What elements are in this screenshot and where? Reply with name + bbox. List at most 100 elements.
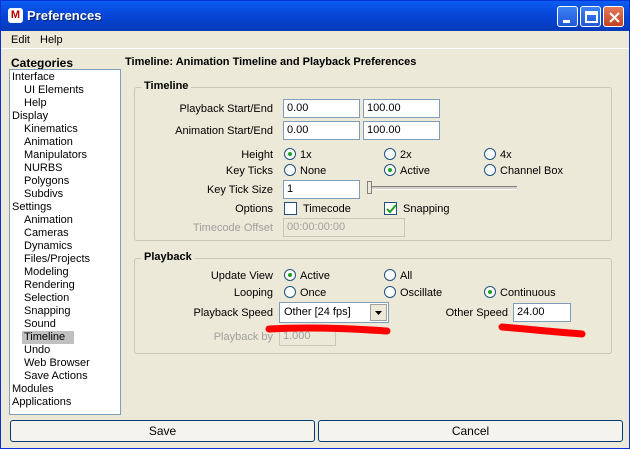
sidebar-item[interactable]: UI Elements bbox=[24, 84, 84, 97]
keyticks-channelbox-label: Channel Box bbox=[500, 165, 563, 177]
menu-edit[interactable]: Edit bbox=[11, 34, 30, 46]
looping-once-radio[interactable] bbox=[284, 286, 296, 298]
timeline-group-label: Timeline bbox=[141, 80, 192, 92]
height-2x-radio[interactable] bbox=[384, 148, 396, 160]
sidebar-item[interactable]: Animation bbox=[24, 214, 73, 227]
key-tick-size-slider-thumb[interactable] bbox=[367, 181, 372, 194]
sidebar-item[interactable]: Polygons bbox=[24, 175, 69, 188]
sidebar-item[interactable]: Files/Projects bbox=[24, 253, 90, 266]
maya-app-icon: M bbox=[8, 8, 23, 23]
height-4x-radio[interactable] bbox=[484, 148, 496, 160]
looping-oscillate-radio[interactable] bbox=[384, 286, 396, 298]
keyticks-none-label: None bbox=[300, 165, 327, 177]
updateview-active-radio[interactable] bbox=[284, 269, 296, 281]
playback-start-end-label: Playback Start/End bbox=[179, 103, 273, 115]
sidebar-item[interactable]: Timeline bbox=[22, 331, 74, 344]
timecode-offset-field: 00:00:00:00 bbox=[283, 218, 405, 237]
chevron-down-icon bbox=[375, 311, 382, 315]
looping-once-label: Once bbox=[300, 287, 327, 299]
sidebar-item[interactable]: Modeling bbox=[24, 266, 69, 279]
looping-continuous-label: Continuous bbox=[500, 287, 556, 299]
looping-continuous-radio[interactable] bbox=[484, 286, 496, 298]
menu-help[interactable]: Help bbox=[40, 34, 63, 46]
snapping-checkbox[interactable] bbox=[384, 202, 397, 215]
sidebar-item[interactable]: Interface bbox=[12, 71, 55, 84]
playback-speed-label: Playback Speed bbox=[193, 307, 274, 319]
close-button[interactable] bbox=[603, 6, 624, 27]
keyticks-active-radio[interactable] bbox=[384, 164, 396, 176]
cancel-button[interactable]: Cancel bbox=[318, 420, 623, 442]
sidebar-item[interactable]: Kinematics bbox=[24, 123, 78, 136]
sidebar-item[interactable]: Modules bbox=[12, 383, 54, 396]
update-view-label: Update View bbox=[210, 270, 273, 282]
sidebar-item[interactable]: Manipulators bbox=[24, 149, 87, 162]
sidebar-item[interactable]: Dynamics bbox=[24, 240, 72, 253]
categories-list[interactable]: Interface UI Elements Help Display Kinematic… bbox=[9, 69, 121, 415]
title-bar[interactable]: M Preferences bbox=[1, 1, 629, 31]
sidebar-item[interactable]: Sound bbox=[24, 318, 56, 331]
sidebar-item[interactable]: Selection bbox=[24, 292, 69, 305]
height-label: Height bbox=[241, 149, 273, 161]
updateview-all-radio[interactable] bbox=[384, 269, 396, 281]
sidebar-item[interactable]: Cameras bbox=[24, 227, 69, 240]
looping-oscillate-label: Oscillate bbox=[400, 287, 443, 299]
sidebar-item[interactable]: Save Actions bbox=[24, 370, 88, 383]
sidebar-item[interactable]: Applications bbox=[12, 396, 71, 409]
sidebar-item[interactable]: Snapping bbox=[24, 305, 71, 318]
key-ticks-label: Key Ticks bbox=[225, 165, 273, 177]
sidebar-item[interactable]: Undo bbox=[24, 344, 50, 357]
playback-by-label: Playback by bbox=[213, 331, 273, 343]
animation-end-field[interactable]: 100.00 bbox=[363, 121, 440, 140]
close-icon bbox=[609, 12, 620, 23]
minimize-icon bbox=[563, 20, 570, 23]
menu-bar: Edit Help bbox=[1, 31, 629, 49]
key-tick-size-field[interactable]: 1 bbox=[283, 180, 360, 199]
playback-speed-value: Other [24 fps] bbox=[284, 306, 351, 318]
sidebar-item[interactable]: NURBS bbox=[24, 162, 63, 175]
sidebar-item[interactable]: Rendering bbox=[24, 279, 75, 292]
looping-label: Looping bbox=[233, 287, 273, 299]
height-2x-label: 2x bbox=[400, 149, 412, 161]
sidebar-item[interactable]: Settings bbox=[12, 201, 52, 214]
preferences-window: M Preferences Edit Help Categories Inter… bbox=[0, 0, 630, 449]
maximize-button[interactable] bbox=[580, 6, 601, 27]
snapping-label: Snapping bbox=[403, 203, 450, 215]
other-speed-field[interactable]: 24.00 bbox=[513, 303, 571, 322]
height-1x-label: 1x bbox=[300, 149, 312, 161]
checkmark-icon bbox=[386, 204, 397, 214]
key-tick-size-label: Key Tick Size bbox=[206, 184, 273, 196]
sidebar-item[interactable]: Help bbox=[24, 97, 47, 110]
sidebar-item[interactable]: Subdivs bbox=[24, 188, 63, 201]
red-underline-mark bbox=[265, 324, 391, 335]
updateview-active-label: Active bbox=[300, 270, 330, 282]
keyticks-channelbox-radio[interactable] bbox=[484, 164, 496, 176]
save-button[interactable]: Save bbox=[10, 420, 315, 442]
page-heading: Timeline: Animation Timeline and Playbac… bbox=[125, 56, 417, 68]
playback-end-field[interactable]: 100.00 bbox=[363, 99, 440, 118]
options-label: Options bbox=[235, 203, 273, 215]
sidebar-item[interactable]: Web Browser bbox=[24, 357, 90, 370]
animation-start-end-label: Animation Start/End bbox=[175, 125, 273, 137]
maximize-icon bbox=[585, 11, 598, 23]
timecode-offset-label: Timecode Offset bbox=[192, 222, 273, 234]
window-title: Preferences bbox=[27, 8, 102, 23]
timecode-checkbox[interactable] bbox=[284, 202, 297, 215]
playback-group-label: Playback bbox=[141, 251, 195, 263]
sidebar-item[interactable]: Display bbox=[12, 110, 48, 123]
sidebar-item[interactable]: Animation bbox=[24, 136, 73, 149]
playback-start-field[interactable]: 0.00 bbox=[283, 99, 360, 118]
dropdown-arrow[interactable] bbox=[370, 304, 387, 321]
minimize-button[interactable] bbox=[557, 6, 578, 27]
categories-title: Categories bbox=[11, 56, 74, 70]
animation-start-field[interactable]: 0.00 bbox=[283, 121, 360, 140]
keyticks-active-label: Active bbox=[400, 165, 430, 177]
keyticks-none-radio[interactable] bbox=[284, 164, 296, 176]
updateview-all-label: All bbox=[400, 270, 413, 282]
red-underline-mark-2 bbox=[498, 323, 586, 338]
playback-speed-dropdown[interactable]: Other [24 fps] bbox=[279, 302, 389, 323]
height-4x-label: 4x bbox=[500, 149, 512, 161]
height-1x-radio[interactable] bbox=[284, 148, 296, 160]
other-speed-label: Other Speed bbox=[445, 307, 508, 319]
timecode-label: Timecode bbox=[303, 203, 351, 215]
key-tick-size-slider[interactable] bbox=[367, 186, 517, 190]
